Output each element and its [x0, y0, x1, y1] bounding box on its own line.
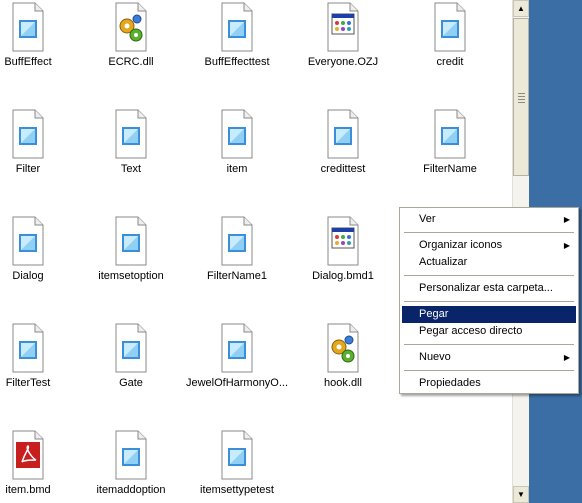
file-label: item.bmd	[5, 484, 51, 496]
scroll-down-button[interactable]: ▼	[513, 486, 529, 503]
file-item[interactable]: itemsetoption	[79, 216, 183, 296]
file-item[interactable]: Dialog.bmd1	[291, 216, 395, 296]
grip-line	[518, 102, 525, 103]
menu-item-pegar[interactable]: Pegar	[402, 306, 576, 323]
file-label: itemaddoption	[96, 484, 166, 496]
menu-separator	[404, 275, 574, 276]
dll-file-icon	[325, 323, 361, 373]
image-file-icon	[325, 216, 361, 266]
file-item[interactable]: FilterName1	[185, 216, 289, 296]
file-label: Dialog.bmd1	[312, 270, 374, 282]
menu-item-label: Actualizar	[419, 256, 468, 268]
file-label: FilterTest	[5, 377, 51, 389]
menu-item-organizar-iconos[interactable]: Organizar iconos ▶	[402, 237, 576, 254]
text-file-icon	[219, 216, 255, 266]
context-menu: Ver ▶ Organizar iconos ▶ Actualizar Pers…	[399, 207, 579, 394]
text-file-icon	[219, 323, 255, 373]
text-file-icon	[113, 216, 149, 266]
menu-separator	[404, 301, 574, 302]
file-label: ECRC.dll	[108, 56, 154, 68]
file-label: Gate	[119, 377, 143, 389]
arrow-down-icon: ▼	[517, 490, 525, 499]
file-item[interactable]: hook.dll	[291, 323, 395, 403]
text-file-icon	[432, 2, 468, 52]
file-item[interactable]: BuffEffect	[0, 2, 80, 82]
file-label: credit	[436, 56, 464, 68]
file-item[interactable]: Everyone.OZJ	[291, 2, 395, 82]
submenu-arrow-icon: ▶	[563, 215, 570, 224]
scroll-thumb[interactable]	[513, 18, 529, 176]
text-file-icon	[113, 109, 149, 159]
grip-line	[518, 93, 525, 94]
file-label: BuffEffect	[4, 56, 52, 68]
menu-item-label: Nuevo	[419, 351, 451, 363]
text-file-icon	[113, 323, 149, 373]
menu-item-label: Personalizar esta carpeta...	[419, 282, 553, 294]
menu-separator	[404, 344, 574, 345]
file-item[interactable]: credit	[398, 2, 502, 82]
file-label: FilterName1	[207, 270, 267, 282]
file-label: itemsettypetest	[200, 484, 274, 496]
file-label: FilterName	[423, 163, 477, 175]
menu-separator	[404, 370, 574, 371]
file-label: Dialog	[12, 270, 44, 282]
menu-item-nuevo[interactable]: Nuevo ▶	[402, 349, 576, 366]
dll-file-icon	[113, 2, 149, 52]
text-file-icon	[10, 109, 46, 159]
file-label: Everyone.OZJ	[307, 56, 379, 68]
text-file-icon	[10, 216, 46, 266]
file-label: Filter	[15, 163, 41, 175]
text-file-icon	[10, 2, 46, 52]
file-item[interactable]: Gate	[79, 323, 183, 403]
file-item[interactable]: FilterName	[398, 109, 502, 189]
file-item[interactable]: Text	[79, 109, 183, 189]
file-item[interactable]: ECRC.dll	[79, 2, 183, 82]
menu-item-propiedades[interactable]: Propiedades	[402, 375, 576, 392]
file-item[interactable]: itemaddoption	[79, 430, 183, 503]
menu-item-label: Ver	[419, 213, 436, 225]
file-item[interactable]: item.bmd	[0, 430, 80, 503]
menu-item-personalizar[interactable]: Personalizar esta carpeta...	[402, 280, 576, 297]
grip-line	[518, 99, 525, 100]
file-label: itemsetoption	[98, 270, 164, 282]
file-label: JewelOfHarmonyO...	[185, 377, 289, 389]
image-file-icon	[325, 2, 361, 52]
text-file-icon	[10, 323, 46, 373]
submenu-arrow-icon: ▶	[563, 241, 570, 250]
menu-item-label: Organizar iconos	[419, 239, 503, 251]
text-file-icon	[325, 109, 361, 159]
arrow-up-icon: ▲	[517, 4, 525, 13]
file-item[interactable]: FilterTest	[0, 323, 80, 403]
text-file-icon	[113, 430, 149, 480]
menu-item-actualizar[interactable]: Actualizar	[402, 254, 576, 271]
text-file-icon	[219, 109, 255, 159]
file-item[interactable]: Filter	[0, 109, 80, 189]
menu-item-label: Pegar	[419, 308, 449, 320]
file-item[interactable]: Dialog	[0, 216, 80, 296]
file-label: Text	[120, 163, 142, 175]
file-label: item	[226, 163, 248, 175]
file-item[interactable]: itemsettypetest	[185, 430, 289, 503]
menu-item-pegar-acceso-directo[interactable]: Pegar acceso directo	[402, 323, 576, 340]
text-file-icon	[219, 2, 255, 52]
file-label: hook.dll	[324, 377, 362, 389]
file-item[interactable]: credittest	[291, 109, 395, 189]
menu-item-label: Propiedades	[419, 377, 481, 389]
menu-item-ver[interactable]: Ver ▶	[402, 211, 576, 228]
file-label: credittest	[320, 163, 366, 175]
file-item[interactable]: BuffEffecttest	[185, 2, 289, 82]
scroll-up-button[interactable]: ▲	[513, 0, 529, 17]
pdf-file-icon	[10, 430, 46, 480]
file-label: BuffEffecttest	[204, 56, 270, 68]
grip-line	[518, 96, 525, 97]
file-item[interactable]: JewelOfHarmonyO...	[185, 323, 289, 403]
submenu-arrow-icon: ▶	[563, 353, 570, 362]
menu-separator	[404, 232, 574, 233]
menu-item-label: Pegar acceso directo	[419, 325, 523, 337]
text-file-icon	[219, 430, 255, 480]
file-item[interactable]: item	[185, 109, 289, 189]
text-file-icon	[432, 109, 468, 159]
